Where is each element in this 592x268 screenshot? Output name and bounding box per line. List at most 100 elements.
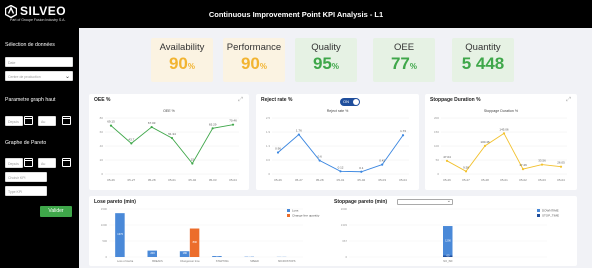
calendar-icon[interactable] [24,116,33,125]
y-tick-label: 1000 [101,223,108,227]
data-point [150,125,153,129]
x-tick-label: 05-27 [295,178,303,182]
validate-button[interactable]: Valider [40,206,72,217]
date-input[interactable]: Date [5,57,73,67]
y-tick-label: 0 [105,255,107,259]
data-point [339,170,342,173]
data-label: 26.05 [557,161,565,165]
calendar-icon[interactable] [62,116,71,125]
kpi-value: 5 448 [461,54,505,73]
x-tick-label: 05-02 [519,178,527,182]
legend-swatch [537,209,540,212]
oee-line-chart: OEE % 0 20 40 60 8069.15 05-26 43.7 05-27 67.03 05… [100,109,239,182]
data-point [445,159,449,162]
x-tick-label: 05-28 [481,178,489,182]
y-tick-label: 100 [434,144,439,148]
y-tick-label: 667 [342,239,347,243]
data-label: 0.42 [379,159,385,163]
x-tick-label: 05-28 [148,178,156,182]
app-root: SILVEO Part of Groupe Fusion Industry S.… [0,0,592,268]
data-label: 33.56 [538,159,546,163]
stoppage-pareto-card: Stoppage pareto (min) ⌄ 0 667 1333 2000 1290… [329,196,577,266]
data-label: 100.46 [480,140,490,144]
y-tick-label: 0 [345,255,347,259]
x-tick-label: NO_INF [443,259,453,263]
kpi-type-input[interactable]: Type KPI [5,186,47,196]
kpi-quality: Quality 95% [295,38,357,82]
x-tick-label: 05-03 [378,178,386,182]
x-tick-label: 05-26 [107,178,115,182]
since-input[interactable]: Depuis [5,116,23,126]
y-tick-label: 80 [100,116,104,120]
section-param-label: Parametre graph haut [5,97,56,103]
y-tick-label: 20 [100,158,104,162]
stoppage-line-chart: Stoppage Duration % 0 50 100 150 200 47.04 05-2… [434,109,567,182]
x-tick-label: 05-27 [127,178,135,182]
data-label: 15 [191,158,195,162]
kpi-label: Quality [311,42,341,53]
data-point [276,151,280,154]
data-label: 145.06 [499,127,509,131]
x-tick-label: 05-02 [357,178,365,182]
y-tick-label: 0 [437,172,439,176]
bar-value-label: 10 [248,254,251,258]
kpi-label: OEE [393,42,415,53]
kpi-label: Availability [159,42,205,53]
legend-label: STOP_TIME [542,214,559,218]
pareto-since-input[interactable]: Depuis [5,158,23,168]
calendar-icon[interactable] [24,158,33,167]
y-tick-label: 1.9 [266,130,271,134]
bar-value-label: 1370 [117,232,123,236]
data-point [540,163,544,166]
y-tick-label: 1333 [341,223,348,227]
data-point [130,142,133,145]
x-tick-label: 05-26 [274,178,282,182]
kpi-value: 77% [390,54,418,73]
y-tick-label: 0 [268,172,270,176]
loss-pareto-card: Lose pareto (min) 0 500 1000 1500 1370 Loss o… [89,196,333,266]
data-point [211,127,214,130]
data-point [502,132,506,135]
kpi-choice-input[interactable]: Choisir KPI [5,172,47,182]
y-tick-label: 1500 [101,207,108,211]
legend-label: OEE % [163,109,176,113]
x-tick-label: 05-02 [188,178,196,182]
page-title: Continuous Improvement Point KPI Analysi… [208,10,384,19]
x-tick-label: BREAKS [152,259,163,263]
kpi-quantity: Quantity 5 448 [452,38,514,82]
data-point [401,134,405,137]
y-tick-label: 0.6 [266,158,271,162]
kpi-performance: Performance 90% [223,38,285,82]
x-tick-label: Changeover time [180,259,200,263]
x-tick-label: 05-03 [209,178,217,182]
to-input[interactable]: Au [38,116,56,126]
x-tick-label: 05-01 [500,178,508,182]
expand-icon[interactable]: ⤢ [566,97,571,104]
calendar-icon[interactable] [62,158,71,167]
bar-value-label: 200 [150,251,155,255]
data-label: 0.12 [338,165,344,169]
y-tick-label: 2.5 [266,116,271,120]
kpi-value: 90% [240,54,268,73]
data-point [231,123,235,126]
x-tick-label: 05-01 [337,178,345,182]
x-tick-label: MICROSTOPS [278,259,296,263]
x-tick-label: 05-27 [462,178,470,182]
data-label: 9.58 [463,165,469,169]
legend-label: Stoppage Duration % [484,109,519,113]
data-label: 47.04 [443,155,451,159]
x-tick-label: 05-04 [229,178,237,182]
section-data-label: Sélection de données [5,42,55,48]
legend-label: DOWNTIME [542,209,559,213]
pareto-to-input[interactable]: Au [38,158,56,168]
data-point [191,162,194,165]
x-tick-label: STARTING [216,259,229,263]
bar-value-label: 1290 [445,239,451,243]
chevron-down-icon: ⌄ [446,198,451,204]
y-tick-label: 200 [434,116,439,120]
production-center-select[interactable]: Centre de production ⌄ [5,71,73,81]
expand-icon[interactable]: ⤢ [238,97,243,104]
legend-label: Change line quantity [292,214,320,218]
x-tick-label: SPEED [250,259,259,263]
data-point [297,133,300,136]
